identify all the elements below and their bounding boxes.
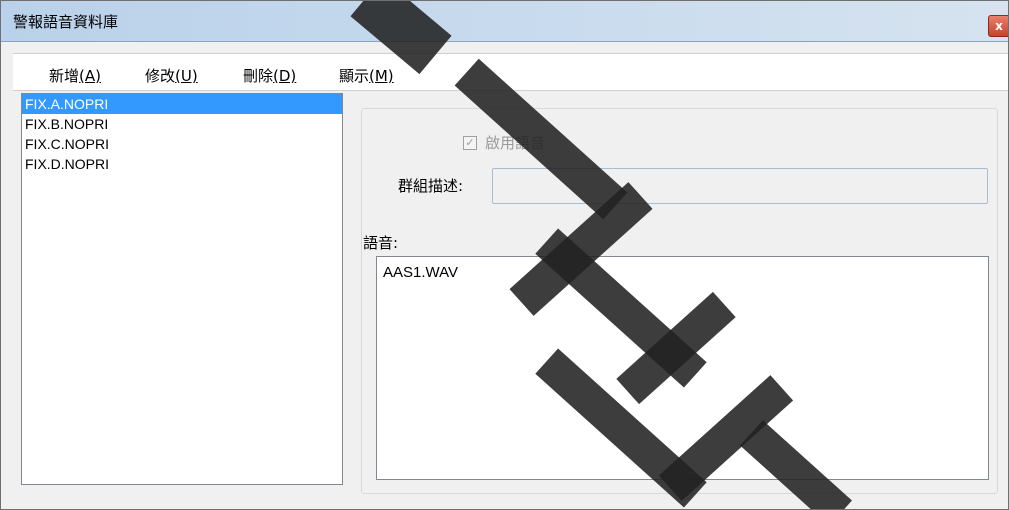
menu-delete[interactable]: 刪除(D) — [243, 65, 296, 86]
enable-voice-checkbox[interactable]: ✓ — [463, 135, 477, 150]
group-list-item[interactable]: FIX.C.NOPRI — [22, 134, 342, 154]
voice-label: 語音: — [363, 234, 399, 252]
group-list-item[interactable]: FIX.B.NOPRI — [22, 114, 342, 134]
menu-modify-label: 修改 — [145, 67, 176, 85]
voice-list-item[interactable]: AAS1.WAV — [377, 257, 988, 281]
menu-delete-mnemonic: (D) — [273, 67, 297, 85]
close-icon: x — [995, 19, 1003, 33]
menu-add-mnemonic: (A) — [79, 67, 101, 85]
alarm-voice-db-window: 警報語音資料庫 x 新增(A) 修改(U) 刪除(D) 顯示(M) FIX.A.… — [0, 0, 1009, 510]
menu-bar: 新增(A) 修改(U) 刪除(D) 顯示(M) — [13, 53, 1008, 91]
menu-display-mnemonic: (M) — [369, 67, 394, 85]
title-bar: 警報語音資料庫 x — [1, 1, 1008, 42]
group-desc-label: 群組描述: — [398, 177, 464, 195]
menu-display-label: 顯示 — [339, 67, 370, 85]
menu-display[interactable]: 顯示(M) — [339, 65, 394, 86]
close-button[interactable]: x — [988, 15, 1008, 37]
menu-add[interactable]: 新增(A) — [49, 65, 101, 86]
menu-delete-label: 刪除 — [243, 67, 274, 85]
menu-add-label: 新增 — [49, 67, 80, 85]
window-title: 警報語音資料庫 — [13, 13, 119, 31]
group-list-item[interactable]: FIX.D.NOPRI — [22, 154, 342, 174]
menu-modify[interactable]: 修改(U) — [145, 65, 198, 86]
group-list-item[interactable]: FIX.A.NOPRI — [22, 94, 342, 114]
menu-modify-mnemonic: (U) — [175, 67, 198, 85]
group-list[interactable]: FIX.A.NOPRI FIX.B.NOPRI FIX.C.NOPRI FIX.… — [21, 93, 343, 485]
